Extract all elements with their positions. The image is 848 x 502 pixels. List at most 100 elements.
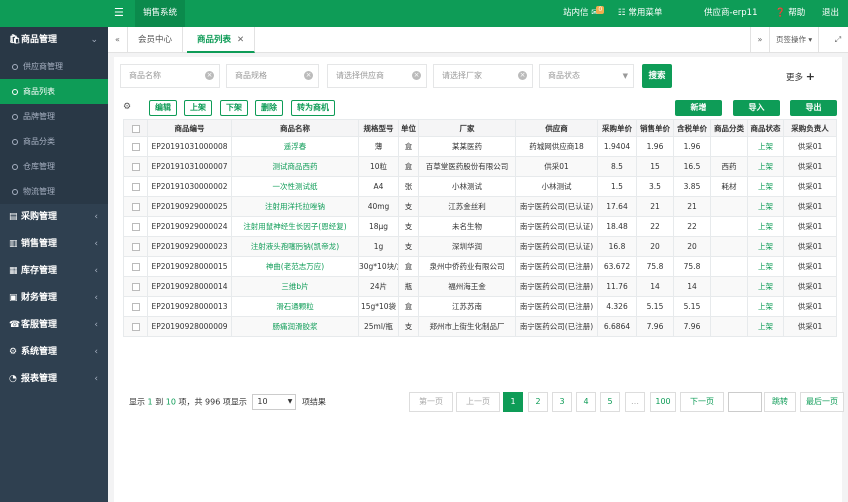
delete-button[interactable]: 删除 [255,100,283,116]
table-row[interactable]: EP20191031000008 遥浮春薄盒某某医药 药城网供应商18 1.9404 1… [123,136,837,157]
col-tax-price[interactable]: 含税单价 [673,119,711,137]
row-checkbox[interactable] [123,296,148,317]
gear-icon[interactable]: ⚙ [123,102,131,112]
table-cell[interactable]: 上架 [747,176,784,197]
logout-link[interactable]: 退出 [822,0,839,27]
row-checkbox[interactable] [123,316,148,337]
search-button[interactable]: 搜索 [642,64,672,88]
goods-name-input[interactable]: 商品名称 × [120,64,220,88]
table-cell[interactable]: 上架 [747,316,784,337]
row-checkbox[interactable] [123,196,148,217]
jump-page-input[interactable] [728,392,762,412]
hamburger-icon[interactable]: ☰ [114,6,124,19]
table-row[interactable]: EP20190928000013 滑石通颗粒 15g*10袋盒江苏苏南 南宁医药公司(… [123,296,837,317]
clear-icon[interactable]: × [205,71,214,80]
table-cell[interactable]: 一次性测试纸 [231,176,359,197]
page-2-button[interactable]: 2 [528,392,548,412]
sidebar-group-purchase[interactable]: ▤ 采购管理 ‹ [0,204,108,231]
sidebar-item-brand[interactable]: 品牌管理 [0,104,108,129]
prev-page-button[interactable]: 上一页 [456,392,500,412]
table-cell[interactable]: 神曲(老范志万应) [231,256,359,277]
col-purchase-price[interactable]: 采购单价 [597,119,637,137]
table-row[interactable]: EP20190929000023 注射液头孢噻肟钠(凯帝龙) 1g 支深圳华润 南宁医药… [123,236,837,257]
page-3-button[interactable]: 3 [552,392,572,412]
convert-button[interactable]: 转为商机 [291,100,335,116]
table-row[interactable]: EP20191030000002 一次性测试纸 A4 张小林测试 小林测试 1.5 3.5 3… [123,176,837,197]
sidebar-group-finance[interactable]: ▣ 财务管理 ‹ [0,285,108,312]
col-category[interactable]: 商品分类 [710,119,748,137]
edit-button[interactable]: 编辑 [149,100,177,116]
on-shelf-button[interactable]: 上架 [184,100,212,116]
table-row[interactable]: EP20190928000015神曲(老范志万应)30g*10块/盒盒泉州中侨药… [123,256,837,277]
sidebar-item-logistics[interactable]: 物流管理 [0,179,108,204]
table-cell[interactable]: 上架 [747,196,784,217]
common-menu-link[interactable]: ☷ 常用菜单 [618,0,662,27]
table-row[interactable]: EP20191031000007 测试商品西药 10粒盒百草堂医药股份有限公司 供采0… [123,156,837,177]
sidebar-group-service[interactable]: ☎客服管理 ‹ [0,312,108,339]
table-cell[interactable]: 肠痛润滑胶浆 [231,316,359,337]
goods-spec-input[interactable]: 商品规格 × [226,64,319,88]
col-spec[interactable]: 规格型号 [358,119,399,137]
row-checkbox[interactable] [123,176,148,197]
sidebar-group-sales[interactable]: ▥ 销售管理 ‹ [0,231,108,258]
sidebar-item-goods-list[interactable]: 商品列表 [0,79,108,104]
close-icon[interactable]: ✕ [237,35,244,45]
fullscreen-icon[interactable]: ⤢ [828,27,848,53]
jump-button[interactable]: 跳转 [764,392,796,412]
page-100-button[interactable]: 100 [650,392,676,412]
sidebar-group-report[interactable]: ◔ 报表管理 ‹ [0,366,108,393]
page-ops-dropdown[interactable]: 页签操作 ▾ [770,27,820,53]
table-row[interactable]: EP20190929000025 注射用洋托拉唑钠 40mg 支江苏金丝利 南宁医药公司… [123,196,837,217]
table-cell[interactable]: 遥浮春 [231,136,359,157]
table-cell[interactable]: 测试商品西药 [231,156,359,177]
table-cell[interactable]: 注射用洋托拉唑钠 [231,196,359,217]
row-checkbox[interactable] [123,236,148,257]
col-buyer[interactable]: 采购负责人 [783,119,837,137]
help-link[interactable]: ❓ 帮助 [775,0,805,27]
row-checkbox[interactable] [123,216,148,237]
page-size-select[interactable]: 10 ▼ [252,394,297,410]
sidebar-group-stock[interactable]: ▦ 库存管理 ‹ [0,258,108,285]
sidebar-group-system[interactable]: ⚙ 系统管理 ‹ [0,339,108,366]
table-row[interactable]: EP20190929000024 注射用鼠神经生长因子(恩经复) 18μg 支未名生物… [123,216,837,237]
off-shelf-button[interactable]: 下架 [220,100,248,116]
row-checkbox[interactable] [123,276,148,297]
table-cell[interactable]: 上架 [747,216,784,237]
select-all-checkbox[interactable] [123,119,148,137]
tab-member-center[interactable]: 会员中心 [128,27,184,53]
supplier-select[interactable]: 请选择供应商 × [327,64,427,88]
user-name[interactable]: 供应商-erp11 [704,0,758,27]
first-page-button[interactable]: 第一页 [409,392,453,412]
status-select[interactable]: 商品状态 ▼ [539,64,634,88]
table-cell[interactable]: 三维b片 [231,276,359,297]
row-checkbox[interactable] [123,156,148,177]
table-cell[interactable]: 上架 [747,256,784,277]
row-checkbox[interactable] [123,256,148,277]
tabs-next-icon[interactable]: » [750,27,770,53]
tabs-prev-icon[interactable]: « [108,27,128,53]
sidebar-item-supplier[interactable]: 供应商管理 [0,54,108,79]
table-cell[interactable]: 上架 [747,296,784,317]
col-name[interactable]: 商品名称 [231,119,359,137]
page-4-button[interactable]: 4 [576,392,596,412]
col-unit[interactable]: 单位 [398,119,419,137]
table-cell[interactable]: 上架 [747,276,784,297]
table-cell[interactable]: 滑石通颗粒 [231,296,359,317]
col-factory[interactable]: 厂家 [418,119,516,137]
col-status[interactable]: 商品状态 [747,119,784,137]
table-row[interactable]: EP20190928000009 肠痛润滑胶浆 25ml/瓶支郑州市上街生化制品厂南… [123,316,837,337]
system-tab[interactable]: 销售系统 [135,0,186,27]
import-button[interactable]: 导入 [733,100,780,116]
next-page-button[interactable]: 下一页 [680,392,724,412]
col-sale-price[interactable]: 销售单价 [636,119,674,137]
page-5-button[interactable]: 5 [600,392,620,412]
row-checkbox[interactable] [123,136,148,157]
export-button[interactable]: 导出 [790,100,837,116]
table-cell[interactable]: 上架 [747,156,784,177]
sidebar-item-category[interactable]: 商品分类 [0,129,108,154]
last-page-button[interactable]: 最后一页 [800,392,844,412]
clear-icon[interactable]: × [518,71,527,80]
table-cell[interactable]: 上架 [747,136,784,157]
clear-icon[interactable]: × [412,71,421,80]
table-cell[interactable]: 注射液头孢噻肟钠(凯帝龙) [231,236,359,257]
